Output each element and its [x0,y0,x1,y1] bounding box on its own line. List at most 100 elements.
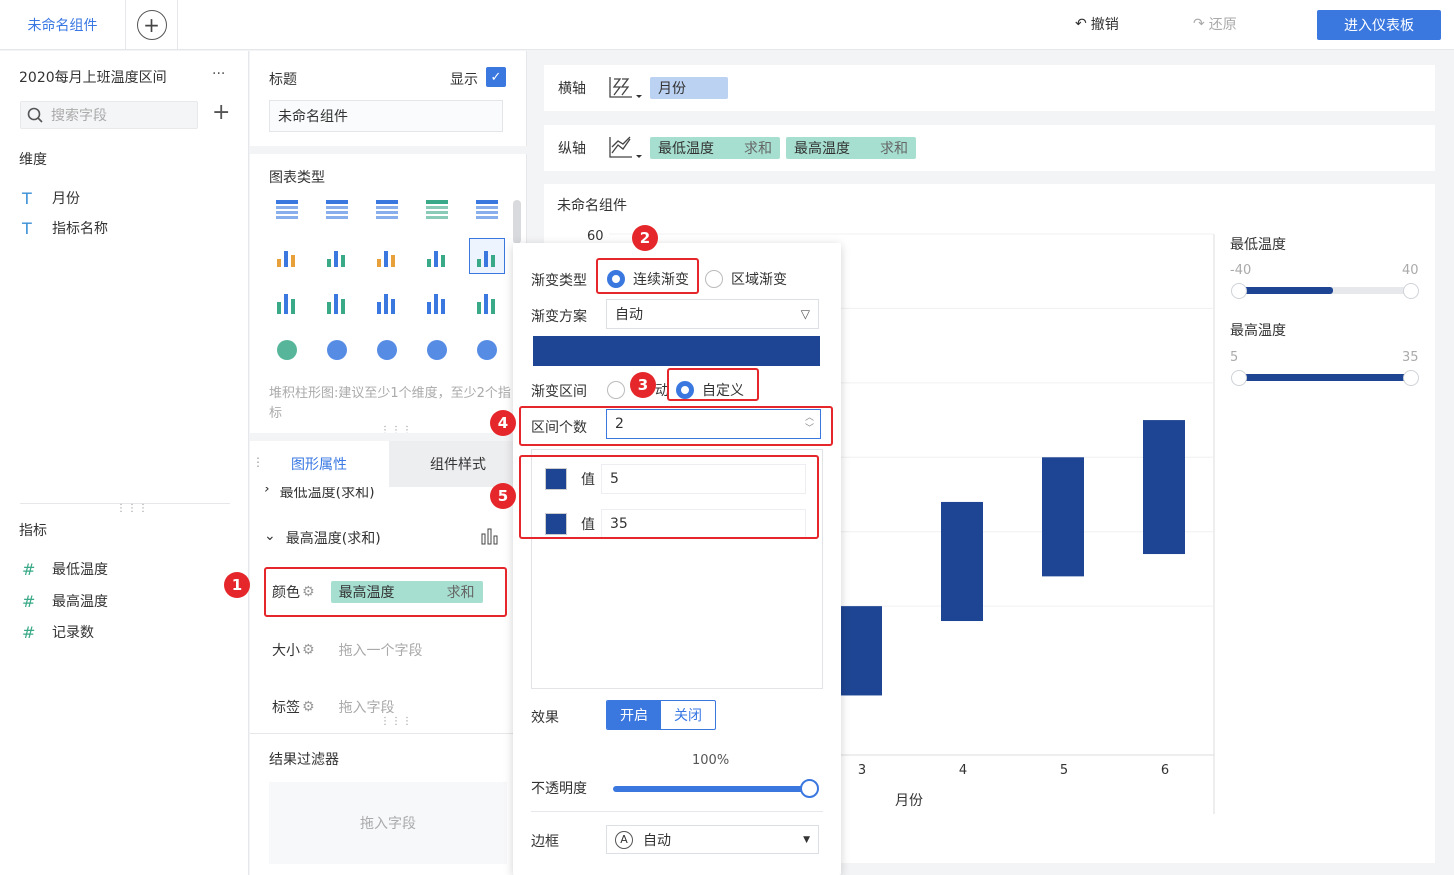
series-item-min-temp[interactable]: › 最低温度(求和) [264,487,508,499]
rank-table-chart-icon[interactable] [269,238,305,274]
highlight-box-4 [519,406,833,446]
metric-item-record-count[interactable]: # 记录数 [22,622,94,642]
effect-label: 效果 [531,710,559,726]
field-panel [0,51,249,875]
result-filter-label: 结果过滤器 [269,752,339,768]
drag-handle[interactable]: ⋮⋮⋮ [116,503,149,514]
dimension-item-indicator-name[interactable]: T 指标名称 [22,218,108,238]
gradient-scheme-label: 渐变方案 [531,309,587,325]
search-placeholder: 搜索字段 [51,108,107,124]
font-a-icon: A [615,830,633,849]
field-label: 记录数 [52,625,94,641]
y-axis-label: 纵轴 [558,141,586,157]
text-field-icon: T [22,218,32,238]
stacked-bar-chart-icon[interactable] [469,238,505,274]
search-input[interactable]: 搜索字段 [20,101,198,129]
table-chart-icon[interactable] [269,191,305,227]
drag-handle[interactable]: ⋮⋮⋮ [380,716,413,727]
axis-type-icon[interactable] [608,135,642,161]
slider-handle[interactable] [1403,283,1419,299]
y-axis-field-pill-min[interactable]: 最低温度 求和 [650,137,780,159]
undo-button[interactable]: ↶ 撤销 [1075,14,1119,34]
gradient-scheme-select[interactable]: 自动 ▽ [606,299,819,329]
scrollbar[interactable] [513,200,521,244]
redo-icon: ↷ [1193,16,1205,32]
tag-drop-hint: 拖入字段 [338,700,395,716]
slider-handle[interactable] [1231,283,1247,299]
step-badge-2: 2 [632,225,658,251]
radio-icon [705,270,723,288]
redo-button[interactable]: ↷ 还原 [1193,14,1237,34]
tree-bar-chart-icon[interactable] [319,285,355,321]
effect-on-button[interactable]: 开启 [607,701,661,729]
gear-icon[interactable]: ⚙ [302,642,315,658]
tab-component-style[interactable]: 组件样式 [389,441,527,487]
kpi-number-chart-icon[interactable] [469,191,505,227]
size-property-row[interactable]: 大小 ⚙ 拖入一个字段 [264,626,508,674]
radio-area[interactable]: 区域渐变 [705,269,787,289]
bubble-chart-icon[interactable] [419,332,455,368]
divider [250,433,527,441]
effect-off-button[interactable]: 关闭 [661,701,715,729]
legend-min-low: -40 [1230,263,1252,278]
more-icon[interactable]: ··· [212,66,225,82]
highlight-box-3 [667,368,759,401]
dot-table-chart-icon[interactable] [319,238,355,274]
bar-month-5[interactable] [1042,457,1084,577]
x-axis-row: 横轴 月份 [544,65,1435,111]
chart-type-label: 图表类型 [269,170,325,186]
dimension-item-month[interactable]: T 月份 [22,188,80,208]
gradient-type-label: 渐变类型 [531,273,587,289]
enter-dashboard-button[interactable]: 进入仪表板 [1317,10,1441,40]
dataset-name: 2020每月上班温度区间 [19,70,167,86]
step-badge-1: 1 [224,572,250,598]
title-input[interactable]: 未命名组件 [269,100,503,132]
x-axis-field-pill[interactable]: 月份 [650,77,728,99]
slider-handle[interactable] [1231,370,1247,386]
compare-line-chart-icon[interactable] [469,285,505,321]
series-item-max-temp[interactable]: ⌄ 最高温度(求和) [264,528,381,548]
tab-unnamed-component[interactable]: 未命名组件 [0,0,126,50]
legend-slider-max[interactable] [1238,374,1410,381]
slider-handle[interactable] [1403,370,1419,386]
select-value: 自动 [615,307,643,323]
filter-drop-zone[interactable]: 拖入字段 [269,782,507,864]
legend-slider-min[interactable] [1238,287,1410,294]
highlight-box-1 [264,567,507,617]
radar-chart-icon[interactable] [269,332,305,368]
search-icon [27,107,43,123]
bar-month-4[interactable] [941,501,983,622]
scatter-step-chart-icon[interactable] [369,285,405,321]
opacity-slider-handle[interactable] [800,779,819,798]
pie-chart-icon[interactable] [469,332,505,368]
color-map-chart-icon[interactable] [369,238,405,274]
show-title-checkbox[interactable]: ✓ [486,67,506,87]
column-chart-icon[interactable] [269,285,305,321]
cross-table-chart-icon[interactable] [319,191,355,227]
metric-item-max-temp[interactable]: # 最高温度 [22,591,108,611]
range-bar-chart-icon[interactable] [419,238,455,274]
drag-handle[interactable]: ⋮ [252,455,264,469]
scatter-chart-icon[interactable] [369,332,405,368]
detail-table-chart-icon[interactable] [369,191,405,227]
chart-type-grid [273,200,505,375]
axis-type-icon[interactable] [608,75,642,101]
add-field-button[interactable]: + [212,102,230,124]
multi-line-chart-icon[interactable] [419,285,455,321]
border-select[interactable]: A 自动 ▼ [606,825,819,854]
chevron-down-icon: ▽ [800,307,810,321]
opacity-slider[interactable] [613,786,811,792]
metric-item-min-temp[interactable]: # 最低温度 [22,559,108,579]
bar-chart-icon[interactable] [480,526,500,546]
gradient-range-label: 渐变区间 [531,384,587,400]
bar-month-3[interactable] [840,606,882,696]
heatmap-table-chart-icon[interactable] [419,191,455,227]
filter-drop-hint: 拖入字段 [360,816,416,832]
y-axis-field-pill-max[interactable]: 最高温度 求和 [786,137,916,159]
area-chart-icon[interactable] [319,332,355,368]
bar-month-6[interactable] [1143,420,1185,555]
tab-shape-properties[interactable]: 图形属性 [250,441,388,487]
gear-icon[interactable]: ⚙ [302,699,315,715]
add-tab-button[interactable]: + [126,0,178,50]
legend-title-min: 最低温度 [1230,237,1286,253]
